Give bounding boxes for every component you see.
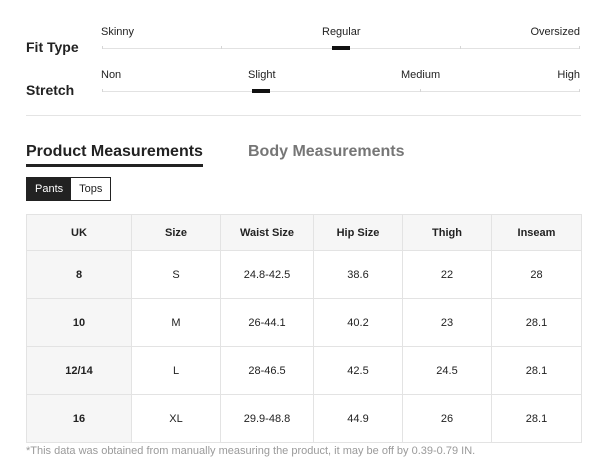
cell-hip: 42.5 <box>313 346 403 395</box>
category-toggle: Pants Tops <box>26 177 112 201</box>
tops-button[interactable]: Tops <box>71 178 111 200</box>
tab-product-measurements[interactable]: Product Measurements <box>26 143 203 167</box>
table-header-row: UK Size Waist Size Hip Size Thigh Inseam <box>26 214 582 251</box>
pants-button[interactable]: Pants <box>27 178 72 200</box>
table-row: 12/14 L 28-46.5 42.5 24.5 28.1 <box>26 346 582 395</box>
stretch-option-non: Non <box>101 69 122 81</box>
cell-thigh: 24.5 <box>402 346 492 395</box>
cell-uk: 16 <box>26 394 132 443</box>
cell-hip: 38.6 <box>313 250 403 299</box>
section-divider <box>26 115 581 116</box>
column-header-waist: Waist Size <box>220 214 314 251</box>
size-table: UK Size Waist Size Hip Size Thigh Inseam… <box>26 214 582 443</box>
cell-uk: 10 <box>26 298 132 347</box>
cell-waist: 28-46.5 <box>220 346 314 395</box>
stretch-scale: Stretch Non Slight Medium High <box>0 63 607 113</box>
cell-thigh: 23 <box>402 298 492 347</box>
stretch-option-medium: Medium <box>401 69 441 81</box>
fit-option-regular: Regular <box>322 26 361 38</box>
stretch-track <box>102 89 580 92</box>
column-header-thigh: Thigh <box>402 214 492 251</box>
table-row: 8 S 24.8-42.5 38.6 22 28 <box>26 250 582 299</box>
measurement-footnote: *This data was obtained from manually me… <box>26 445 476 457</box>
cell-thigh: 26 <box>402 394 492 443</box>
cell-size: L <box>131 346 221 395</box>
stretch-label: Stretch <box>26 82 75 98</box>
cell-uk: 12/14 <box>26 346 132 395</box>
cell-hip: 44.9 <box>313 394 403 443</box>
column-header-hip: Hip Size <box>313 214 403 251</box>
cell-waist: 29.9-48.8 <box>220 394 314 443</box>
stretch-option-slight: Slight <box>248 69 276 81</box>
cell-waist: 26-44.1 <box>220 298 314 347</box>
cell-inseam: 28.1 <box>491 346 582 395</box>
fit-option-skinny: Skinny <box>101 26 135 38</box>
cell-hip: 40.2 <box>313 298 403 347</box>
table-row: 16 XL 29.9-48.8 44.9 26 28.1 <box>26 394 582 443</box>
cell-inseam: 28.1 <box>491 394 582 443</box>
cell-uk: 8 <box>26 250 132 299</box>
cell-size: M <box>131 298 221 347</box>
cell-inseam: 28 <box>491 250 582 299</box>
column-header-uk: UK <box>26 214 132 251</box>
column-header-inseam: Inseam <box>491 214 582 251</box>
cell-inseam: 28.1 <box>491 298 582 347</box>
cell-thigh: 22 <box>402 250 492 299</box>
stretch-option-high: High <box>557 69 580 81</box>
tab-body-measurements[interactable]: Body Measurements <box>248 143 405 161</box>
fit-option-oversized: Oversized <box>530 26 580 38</box>
fit-type-marker <box>332 46 350 50</box>
stretch-marker <box>252 89 270 93</box>
cell-size: S <box>131 250 221 299</box>
fit-type-label: Fit Type <box>26 39 79 55</box>
cell-waist: 24.8-42.5 <box>220 250 314 299</box>
table-row: 10 M 26-44.1 40.2 23 28.1 <box>26 298 582 347</box>
cell-size: XL <box>131 394 221 443</box>
column-header-size: Size <box>131 214 221 251</box>
